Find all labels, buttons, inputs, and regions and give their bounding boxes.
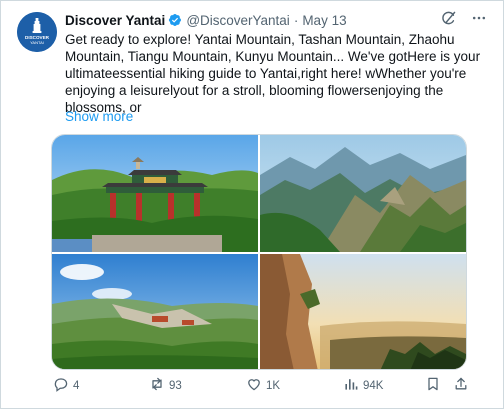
bookmark-button[interactable]	[425, 376, 441, 395]
media-photo-yantai-mountain-gate[interactable]	[52, 135, 258, 252]
views-chart-icon	[343, 376, 359, 395]
bookmark-icon	[425, 376, 441, 395]
more-icon[interactable]	[471, 10, 487, 26]
views-count: 94K	[363, 379, 384, 392]
heart-icon	[246, 376, 262, 395]
tweet-header: Discover Yantai @DiscoverYantai · May 13	[65, 10, 487, 30]
share-icon	[453, 376, 469, 395]
tweet-text: Get ready to explore! Yantai Mountain, T…	[65, 32, 481, 115]
like-count: 1K	[266, 379, 281, 392]
avatar-text-bottom: YANTAI	[30, 40, 44, 45]
media-grid	[51, 134, 467, 370]
author-handle[interactable]: @DiscoverYantai	[186, 13, 290, 28]
author-name[interactable]: Discover Yantai	[65, 13, 165, 28]
separator-dot: ·	[293, 12, 299, 28]
repost-count: 93	[169, 379, 182, 392]
repost-button[interactable]: 93	[149, 376, 182, 395]
reply-icon	[53, 376, 69, 395]
like-button[interactable]: 1K	[246, 376, 280, 395]
repost-icon	[149, 376, 165, 395]
reply-button[interactable]: 4	[53, 376, 79, 395]
avatar[interactable]: DISCOVER YANTAI	[17, 12, 57, 52]
tweet-card: DISCOVER YANTAI Discover Yantai @Discove…	[0, 0, 504, 409]
grok-icon[interactable]	[441, 10, 457, 26]
show-more-link[interactable]: Show more	[65, 109, 133, 124]
header-icons	[441, 10, 487, 26]
share-button[interactable]	[453, 376, 469, 395]
media-photo-mountain-temple-complex[interactable]	[52, 254, 258, 369]
tweet-date[interactable]: May 13	[302, 13, 346, 28]
media-photo-green-mountain-peaks[interactable]	[260, 135, 466, 252]
media-photo-sunset-cliff[interactable]	[260, 254, 466, 369]
verified-badge-icon	[168, 13, 182, 27]
reply-count: 4	[73, 379, 80, 392]
action-bar: 4 93 1K 94K	[53, 376, 473, 396]
views-button[interactable]: 94K	[343, 376, 383, 395]
